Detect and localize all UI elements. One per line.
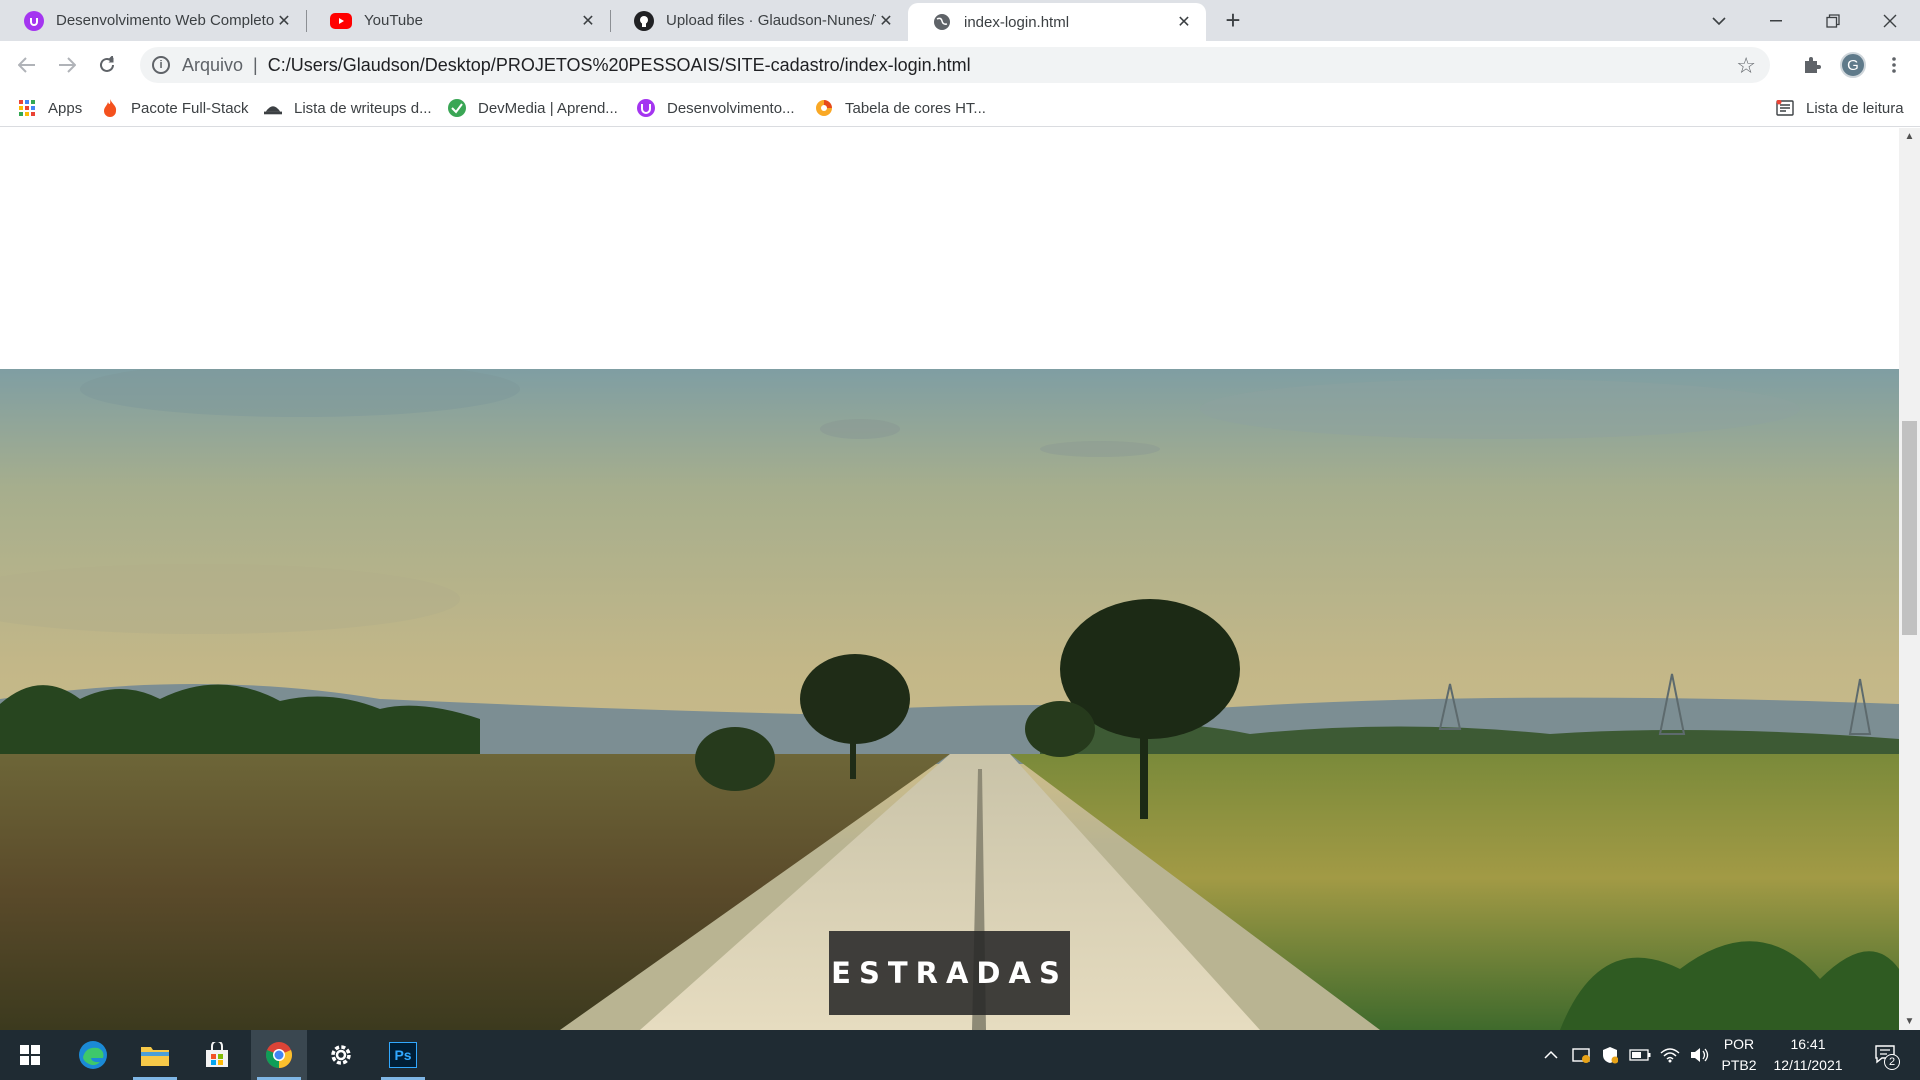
scroll-thumb[interactable] — [1902, 421, 1917, 635]
keyboard-layout: PTB2 — [1721, 1057, 1757, 1073]
apps-grid-icon — [18, 99, 36, 117]
bookmark-apps[interactable]: Apps — [18, 97, 82, 119]
notification-count-badge: 2 — [1884, 1054, 1900, 1070]
hacker-icon — [264, 99, 282, 117]
chrome-icon[interactable] — [251, 1030, 307, 1080]
globe-icon — [932, 12, 952, 32]
bookmark-label: Pacote Full-Stack — [131, 99, 249, 117]
profile-avatar[interactable]: G — [1839, 51, 1867, 79]
clock-time: 16:41 — [1790, 1036, 1826, 1052]
reading-list-label: Lista de leitura — [1806, 99, 1904, 117]
photoshop-label: Ps — [389, 1042, 417, 1068]
avatar: G — [1840, 52, 1866, 78]
forward-button[interactable] — [53, 51, 81, 79]
wifi-icon[interactable] — [1658, 1030, 1682, 1080]
reading-list-button[interactable]: Lista de leitura — [1776, 97, 1904, 119]
close-window-button[interactable] — [1862, 0, 1918, 41]
url-text[interactable]: C:/Users/Glaudson/Desktop/PROJETOS%20PES… — [268, 55, 971, 76]
clock[interactable]: 16:41 12/11/2021 — [1764, 1034, 1852, 1076]
clock-date: 12/11/2021 — [1773, 1057, 1843, 1073]
bookmark-label: Desenvolvimento... — [667, 99, 795, 117]
flame-icon — [101, 99, 119, 117]
input-language[interactable]: POR PTB2 — [1718, 1034, 1760, 1076]
vertical-scrollbar[interactable]: ▲ ▼ — [1899, 128, 1920, 1030]
photoshop-icon[interactable]: Ps — [375, 1030, 431, 1080]
tab-github[interactable]: Upload files · Glaudson-Nunes/Tr ✕ — [610, 0, 908, 41]
page-viewport: ESTRADAS — [0, 128, 1899, 1030]
bookmark-devmedia[interactable]: DevMedia | Aprend... — [448, 97, 618, 119]
windows-start-icon[interactable] — [2, 1030, 58, 1080]
color-table-icon — [815, 99, 833, 117]
bookmark-label: Tabela de cores HT... — [845, 99, 986, 117]
udemy-icon — [24, 10, 44, 31]
battery-icon[interactable] — [1628, 1030, 1652, 1080]
tab-index-login[interactable]: index-login.html ✕ — [908, 3, 1206, 41]
screen: Desenvolvimento Web Completo ✕ YouTube ✕… — [0, 0, 1920, 1080]
close-icon[interactable]: ✕ — [1174, 12, 1194, 32]
tab-title: Desenvolvimento Web Completo — [56, 12, 274, 29]
new-tab-button[interactable]: + — [1220, 7, 1246, 34]
bookmark-desenvolvimento[interactable]: Desenvolvimento... — [637, 97, 795, 119]
devmedia-icon — [448, 99, 466, 117]
bookmark-pacote-full-stack[interactable]: Pacote Full-Stack — [101, 97, 249, 119]
store-icon[interactable] — [189, 1030, 245, 1080]
bookmark-tabela-cores[interactable]: Tabela de cores HT... — [815, 97, 986, 119]
tab-udemy[interactable]: Desenvolvimento Web Completo ✕ — [0, 0, 307, 41]
browser-toolbar: i Arquivo | C:/Users/Glaudson/Desktop/PR… — [0, 41, 1920, 89]
bookmark-writeups[interactable]: Lista de writeups d... — [264, 97, 432, 119]
hero-label-estradas: ESTRADAS — [829, 931, 1070, 1015]
bookmark-label: Lista de writeups d... — [294, 99, 432, 117]
reading-list-icon — [1776, 99, 1794, 117]
show-hidden-icons-chevron-icon[interactable] — [1539, 1030, 1563, 1080]
udemy-icon — [637, 99, 655, 117]
minimize-button[interactable] — [1748, 0, 1804, 41]
windows-taskbar: Ps POR PTB2 16:41 12/11/2021 2 — [0, 1030, 1920, 1080]
github-icon — [634, 10, 654, 31]
windows-defender-icon[interactable] — [1598, 1030, 1622, 1080]
scheme-divider: | — [253, 54, 258, 75]
security-center-icon[interactable] — [1570, 1030, 1594, 1080]
language-code: POR — [1723, 1036, 1755, 1052]
notifications-button[interactable]: 2 — [1866, 1030, 1906, 1080]
bookmark-label: Apps — [48, 99, 83, 117]
info-icon[interactable]: i — [152, 56, 170, 74]
scroll-down-arrow-icon[interactable]: ▼ — [1899, 1013, 1920, 1030]
scheme-label: Arquivo — [182, 54, 244, 75]
close-icon[interactable]: ✕ — [274, 11, 294, 31]
bookmark-star-icon[interactable]: ☆ — [1736, 53, 1756, 79]
bookmarks-bar: Apps Pacote Full-Stack Lista de writeups… — [0, 89, 1920, 127]
restore-button[interactable] — [1805, 0, 1861, 41]
menu-kebab-icon[interactable] — [1880, 51, 1908, 79]
scroll-up-arrow-icon[interactable]: ▲ — [1899, 128, 1920, 145]
edge-icon[interactable] — [65, 1030, 121, 1080]
close-icon[interactable]: ✕ — [876, 11, 896, 31]
youtube-icon — [330, 12, 352, 29]
extensions-puzzle-icon[interactable] — [1798, 51, 1826, 79]
tab-title: Upload files · Glaudson-Nunes/Tr — [666, 12, 876, 29]
hero-image: ESTRADAS — [0, 369, 1899, 1030]
tab-title: index-login.html — [964, 13, 1070, 31]
bookmark-label: DevMedia | Aprend... — [478, 99, 618, 117]
address-bar[interactable]: i Arquivo | C:/Users/Glaudson/Desktop/PR… — [140, 47, 1770, 83]
tab-youtube[interactable]: YouTube ✕ — [306, 0, 611, 41]
tab-title: YouTube — [364, 12, 423, 29]
back-button[interactable] — [13, 51, 41, 79]
file-explorer-icon[interactable] — [127, 1030, 183, 1080]
volume-icon[interactable] — [1688, 1030, 1712, 1080]
settings-icon[interactable] — [313, 1030, 369, 1080]
tab-search-chevron-icon[interactable] — [1691, 0, 1747, 41]
tab-strip: Desenvolvimento Web Completo ✕ YouTube ✕… — [0, 0, 1920, 41]
reload-button[interactable] — [93, 51, 121, 79]
close-icon[interactable]: ✕ — [578, 11, 598, 31]
